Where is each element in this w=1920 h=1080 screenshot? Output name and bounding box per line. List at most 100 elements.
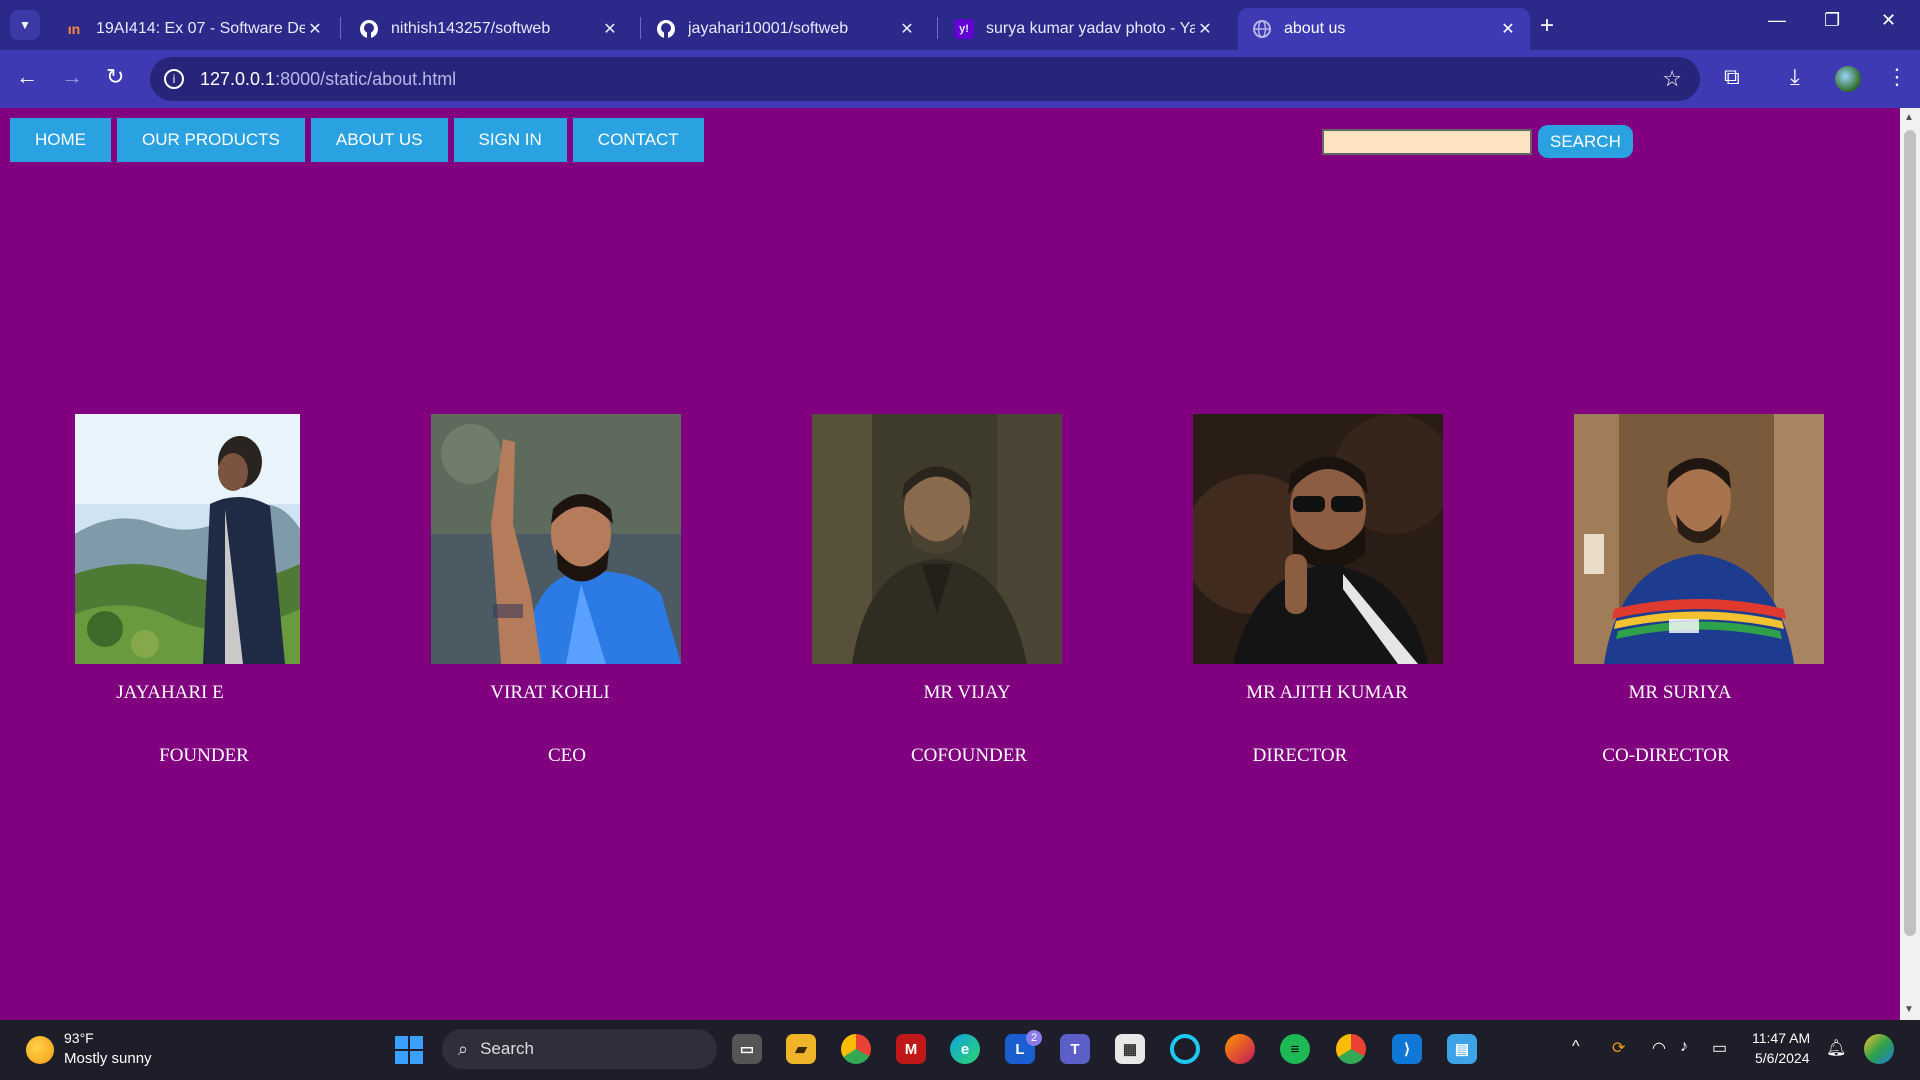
forward-arrow-icon[interactable]: → <box>61 64 83 90</box>
scrollbar-thumb[interactable] <box>1904 130 1916 936</box>
search-input[interactable] <box>1322 129 1532 155</box>
close-window-button[interactable]: ✕ <box>1881 10 1896 31</box>
notification-badge: 2 <box>1026 1030 1042 1046</box>
tab-separator <box>340 17 341 39</box>
tab-separator <box>640 17 641 39</box>
main-nav: HOME OUR PRODUCTS ABOUT US SIGN IN CONTA… <box>10 118 710 162</box>
tab-separator <box>937 17 938 39</box>
close-icon: ✕ <box>1881 10 1897 30</box>
search-icon: ⌕ <box>458 1038 469 1059</box>
scroll-down-icon[interactable]: ▼ <box>1904 1004 1914 1015</box>
tab-4[interactable]: y! surya kumar yadav photo - Yah ✕ <box>940 8 1227 50</box>
back-arrow-icon[interactable]: ← <box>16 64 38 90</box>
copilot-icon[interactable] <box>1864 1034 1894 1064</box>
weather-sun-icon[interactable] <box>26 1036 54 1064</box>
search-button[interactable]: SEARCH <box>1538 125 1633 158</box>
bookmark-star-icon[interactable]: ☆ <box>1662 66 1682 92</box>
tab-1[interactable]: ın 19AI414: Ex 07 - Software Devel ✕ <box>50 8 337 50</box>
member-photo <box>1574 414 1824 664</box>
tab-title: surya kumar yadav photo - Yah <box>986 20 1195 37</box>
globe-icon <box>1252 19 1272 39</box>
url-path: :8000/static/about.html <box>275 68 457 89</box>
firefox-icon[interactable] <box>1225 1034 1255 1064</box>
taskbar-search[interactable]: ⌕ Search <box>442 1029 717 1069</box>
edge-icon[interactable]: e <box>950 1034 980 1064</box>
bell-icon[interactable]: 🔔︎ <box>1826 1038 1846 1058</box>
profile-avatar[interactable] <box>1835 66 1861 92</box>
nav-contact[interactable]: CONTACT <box>572 118 704 162</box>
tab-3[interactable]: jayahari10001/softweb ✕ <box>642 8 929 50</box>
windows-start-icon[interactable] <box>395 1036 423 1064</box>
mendeley-icon: ın <box>67 21 81 37</box>
member-name: MR AJITH KUMAR <box>1246 682 1408 703</box>
member-photo <box>1193 414 1443 664</box>
member-photo <box>812 414 1062 664</box>
clock-date[interactable]: 5/6/2024 <box>1755 1050 1810 1066</box>
page-viewport: HOME OUR PRODUCTS ABOUT US SIGN IN CONTA… <box>0 108 1900 1020</box>
clock-time[interactable]: 11:47 AM <box>1752 1030 1810 1046</box>
team-members: JAYAHARI E FOUNDER VIRAT KOHLI CEO MR VI… <box>0 414 1900 814</box>
yahoo-icon: y! <box>954 19 974 39</box>
weather-temp: 93°F <box>64 1030 94 1046</box>
vscode-icon[interactable]: ⟩ <box>1392 1034 1422 1064</box>
weather-desc: Mostly sunny <box>64 1050 152 1067</box>
member-photo <box>75 414 300 664</box>
github-icon <box>359 19 379 39</box>
page-scrollbar[interactable]: ▲ ▼ <box>1900 108 1920 1020</box>
new-tab-button[interactable]: + <box>1540 12 1554 40</box>
address-bar[interactable]: i 127.0.0.1:8000/static/about.html ☆ <box>150 57 1700 101</box>
teams-icon[interactable]: T <box>1060 1034 1090 1064</box>
chevron-up-icon[interactable]: ^ <box>1572 1038 1580 1056</box>
mcafee-icon[interactable]: M <box>896 1034 926 1064</box>
tab-title: 19AI414: Ex 07 - Software Devel <box>96 20 305 37</box>
close-icon[interactable]: ✕ <box>1498 19 1518 39</box>
member-role: CO-DIRECTOR <box>1602 745 1730 766</box>
restore-icon: ❐ <box>1824 10 1841 30</box>
member-role: CEO <box>548 745 586 766</box>
file-explorer-icon[interactable]: ▰ <box>786 1034 816 1064</box>
tab-title: about us <box>1284 20 1346 37</box>
chevron-down-icon: ▼ <box>19 18 31 32</box>
close-icon[interactable]: ✕ <box>600 19 620 39</box>
restore-button[interactable]: ❐ <box>1824 10 1840 31</box>
windows-taskbar: 93°F Mostly sunny ⌕ Search ▭ ▰ M e L 2 T… <box>0 1020 1920 1080</box>
member-role: COFOUNDER <box>910 745 1028 766</box>
chrome-icon[interactable] <box>841 1034 871 1064</box>
chrome-active-icon[interactable] <box>1336 1034 1366 1064</box>
nav-sign-in[interactable]: SIGN IN <box>453 118 567 162</box>
scroll-up-icon[interactable]: ▲ <box>1904 112 1914 123</box>
extensions-icon[interactable]: ⧉ <box>1724 64 1740 90</box>
browser-toolbar: ← → ↻ i 127.0.0.1:8000/static/about.html… <box>0 50 1920 108</box>
volume-icon[interactable]: ♪ <box>1680 1038 1688 1056</box>
notepad-icon[interactable]: ▤ <box>1447 1034 1477 1064</box>
tab-search-button[interactable]: ▼ <box>10 10 40 40</box>
minimize-button[interactable]: — <box>1768 10 1786 31</box>
wifi-icon[interactable]: ◠ <box>1652 1038 1666 1058</box>
task-view-icon[interactable]: ▭ <box>732 1034 762 1064</box>
close-icon[interactable]: ✕ <box>897 19 917 39</box>
minimize-icon: — <box>1768 10 1786 30</box>
tab-title: nithish143257/softweb <box>391 20 551 37</box>
reload-icon[interactable]: ↻ <box>106 64 124 90</box>
nav-our-products[interactable]: OUR PRODUCTS <box>117 118 305 162</box>
tab-5-active[interactable]: about us ✕ <box>1238 8 1530 50</box>
member-role: DIRECTOR <box>1252 745 1348 766</box>
tab-2[interactable]: nithish143257/softweb ✕ <box>345 8 632 50</box>
close-icon[interactable]: ✕ <box>305 19 325 39</box>
sync-icon[interactable]: ⟳ <box>1612 1038 1625 1058</box>
close-icon[interactable]: ✕ <box>1195 19 1215 39</box>
taskbar-search-label: Search <box>480 1039 534 1058</box>
site-info-icon[interactable]: i <box>164 69 184 89</box>
battery-icon[interactable]: ▭ <box>1712 1038 1727 1058</box>
store-icon[interactable]: ▦ <box>1115 1034 1145 1064</box>
menu-kebab-icon[interactable]: ⋮ <box>1886 64 1908 90</box>
cortana-icon[interactable] <box>1170 1034 1200 1064</box>
spotify-icon[interactable]: ≡ <box>1280 1034 1310 1064</box>
member-role: FOUNDER <box>159 745 249 766</box>
member-name: MR SURIYA <box>1628 682 1732 703</box>
tab-title: jayahari10001/softweb <box>688 20 849 37</box>
nav-home[interactable]: HOME <box>10 118 111 162</box>
download-icon[interactable]: ⤓ <box>1790 64 1800 90</box>
nav-about-us[interactable]: ABOUT US <box>310 118 448 162</box>
member-name: VIRAT KOHLI <box>490 682 610 703</box>
